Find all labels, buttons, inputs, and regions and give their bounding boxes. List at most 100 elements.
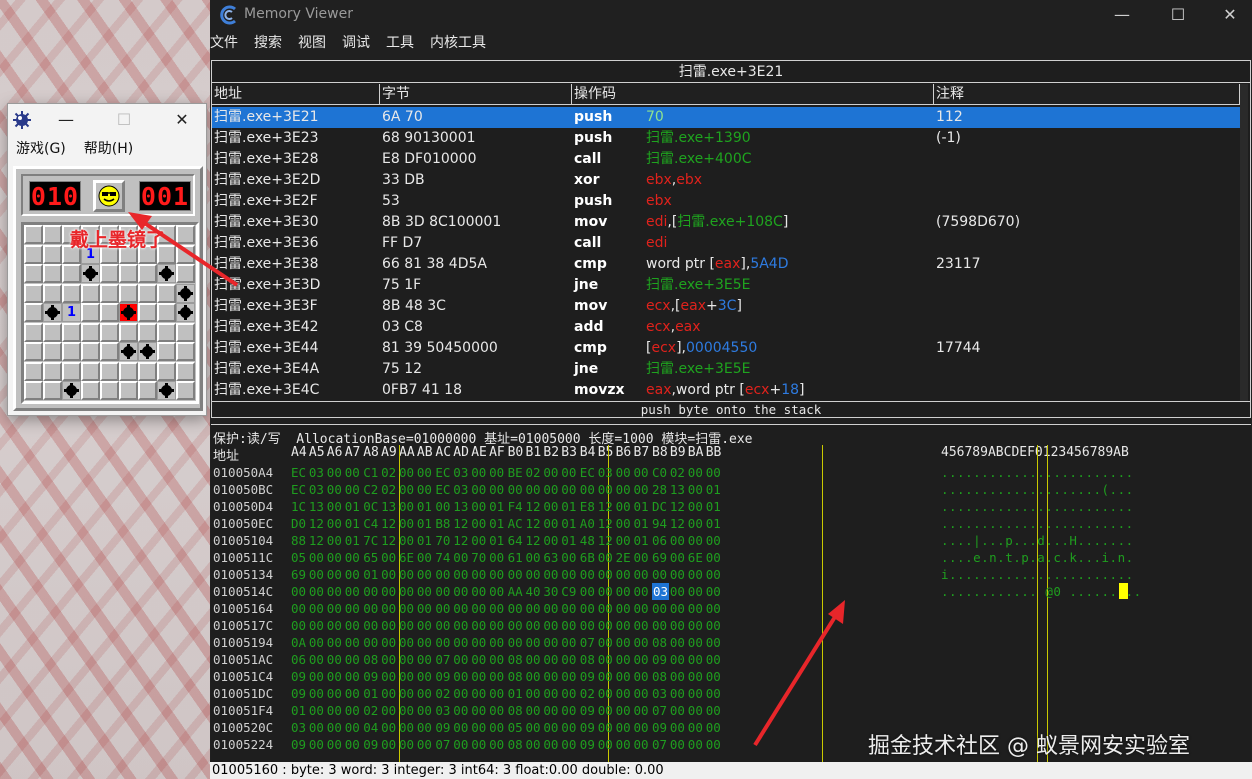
menu-debug[interactable]: 调试 — [342, 32, 378, 56]
hex-byte[interactable]: DC — [652, 498, 667, 515]
disassembly-row[interactable]: 扫雷.exe+3E2D 33 DB xor ebx,ebx — [212, 170, 1240, 191]
hex-byte[interactable]: 00 — [543, 600, 558, 617]
hex-byte[interactable]: 09 — [580, 736, 595, 753]
mine-cell[interactable] — [138, 322, 157, 342]
mine-cell[interactable] — [24, 322, 43, 342]
hex-byte[interactable]: 00 — [489, 719, 504, 736]
hex-byte[interactable]: 00 — [670, 549, 685, 566]
hex-byte[interactable]: 00 — [616, 736, 631, 753]
hex-byte[interactable]: A0 — [580, 515, 595, 532]
hex-byte[interactable]: 00 — [345, 668, 360, 685]
close-button[interactable]: ✕ — [166, 108, 198, 132]
hex-byte[interactable]: 01 — [706, 481, 721, 498]
hex-byte[interactable]: 00 — [489, 736, 504, 753]
hex-byte[interactable]: 74 — [435, 549, 450, 566]
hex-byte[interactable]: 00 — [399, 651, 414, 668]
hex-byte[interactable]: 00 — [580, 566, 595, 583]
hex-byte[interactable]: AA — [508, 583, 523, 600]
hex-byte[interactable]: 69 — [652, 549, 667, 566]
mine-cell[interactable] — [157, 381, 176, 400]
hex-byte[interactable]: 00 — [309, 668, 324, 685]
hex-byte[interactable]: 00 — [345, 736, 360, 753]
hex-byte[interactable]: 03 — [435, 702, 450, 719]
hex-byte[interactable]: 01 — [489, 498, 504, 515]
mine-cell[interactable] — [138, 361, 157, 381]
mine-cell[interactable] — [62, 283, 81, 303]
hex-byte[interactable]: 65 — [363, 549, 378, 566]
hex-byte[interactable]: 06 — [291, 651, 306, 668]
hex-row[interactable]: 010050BC EC 03 00 00 C2 02 00 00 EC 03 00 00 00 00 00 00… — [211, 481, 1251, 498]
hex-byte[interactable]: 00 — [616, 685, 631, 702]
hex-byte[interactable]: 00 — [327, 583, 342, 600]
hex-byte[interactable]: 00 — [489, 481, 504, 498]
hex-byte[interactable]: 02 — [670, 464, 685, 481]
mine-cell[interactable] — [157, 322, 176, 342]
hex-byte[interactable]: 00 — [309, 549, 324, 566]
hex-byte[interactable]: 00 — [453, 566, 468, 583]
hex-byte[interactable]: 00 — [381, 617, 396, 634]
hex-byte[interactable]: 00 — [417, 702, 432, 719]
hex-byte[interactable]: 00 — [363, 600, 378, 617]
hex-byte[interactable]: 09 — [652, 719, 667, 736]
hex-byte[interactable]: 08 — [580, 651, 595, 668]
disassembly-row[interactable]: 扫雷.exe+3E38 66 81 38 4D5A cmp 23117 word ptr… — [212, 254, 1240, 275]
hex-byte[interactable]: 00 — [598, 566, 613, 583]
hex-byte[interactable]: 0A — [291, 634, 306, 651]
hex-row[interactable]: 0100511C 05 00 00 00 65 00 6E 00 74 00 70 00 61 00 63 00… — [211, 549, 1251, 566]
hex-byte[interactable]: 09 — [291, 668, 306, 685]
hex-byte[interactable]: 00 — [688, 600, 703, 617]
mine-cell[interactable] — [62, 322, 81, 342]
hex-byte[interactable]: 00 — [616, 515, 631, 532]
hex-byte[interactable]: 30 — [543, 583, 558, 600]
hex-byte[interactable]: 00 — [561, 549, 576, 566]
mine-cell[interactable] — [100, 381, 119, 400]
hex-byte[interactable]: 00 — [381, 685, 396, 702]
hex-byte[interactable]: 00 — [670, 617, 685, 634]
hex-byte[interactable]: 01 — [345, 515, 360, 532]
hex-byte[interactable]: 00 — [616, 702, 631, 719]
mine-cell[interactable]: 1 — [62, 303, 81, 322]
hex-byte[interactable]: 00 — [670, 685, 685, 702]
hex-byte[interactable]: 12 — [381, 532, 396, 549]
hex-byte[interactable]: 00 — [417, 583, 432, 600]
disassembly-row[interactable]: 扫雷.exe+3E44 81 39 50450000 cmp 17744 [ecx],0… — [212, 338, 1240, 359]
hex-byte[interactable]: 08 — [508, 651, 523, 668]
hex-byte[interactable]: 00 — [561, 566, 576, 583]
hex-byte[interactable]: 00 — [652, 566, 667, 583]
hex-byte[interactable]: 00 — [453, 736, 468, 753]
hex-byte[interactable]: 13 — [309, 498, 324, 515]
hex-byte[interactable]: 00 — [561, 685, 576, 702]
hex-byte[interactable]: 00 — [345, 617, 360, 634]
hex-byte[interactable]: 00 — [399, 617, 414, 634]
hex-byte[interactable]: 00 — [580, 600, 595, 617]
hex-byte[interactable]: 01 — [345, 532, 360, 549]
hex-byte[interactable]: 00 — [489, 583, 504, 600]
hex-byte[interactable]: 05 — [508, 719, 523, 736]
mine-cell[interactable] — [24, 244, 43, 264]
hex-byte[interactable]: 00 — [634, 634, 649, 651]
disassembly-row[interactable]: 扫雷.exe+3E3D 75 1F jne 扫雷.exe+3E5E — [212, 275, 1240, 296]
hex-byte[interactable]: 08 — [652, 668, 667, 685]
hex-byte[interactable]: 70 — [471, 549, 486, 566]
hex-byte[interactable]: 00 — [706, 736, 721, 753]
hex-byte[interactable]: 00 — [471, 464, 486, 481]
hex-byte[interactable]: 00 — [616, 651, 631, 668]
minimize-button[interactable]: — — [1102, 3, 1142, 27]
hex-byte[interactable]: 00 — [435, 634, 450, 651]
hex-byte[interactable]: 07 — [435, 651, 450, 668]
hex-byte[interactable]: 00 — [598, 736, 613, 753]
hex-byte[interactable]: 00 — [399, 498, 414, 515]
hex-byte[interactable]: 00 — [543, 719, 558, 736]
hex-byte[interactable]: 01 — [634, 498, 649, 515]
hex-byte[interactable]: 00 — [508, 634, 523, 651]
mine-cell[interactable] — [81, 361, 100, 381]
mine-cell[interactable] — [81, 303, 100, 322]
hex-byte[interactable]: 05 — [291, 549, 306, 566]
mine-cell[interactable] — [119, 283, 138, 303]
hex-byte[interactable]: 00 — [634, 583, 649, 600]
hex-byte[interactable]: 00 — [489, 549, 504, 566]
hex-byte[interactable]: 64 — [508, 532, 523, 549]
hex-byte[interactable]: 00 — [670, 719, 685, 736]
hex-byte[interactable]: 00 — [471, 498, 486, 515]
hex-byte[interactable]: 02 — [381, 464, 396, 481]
